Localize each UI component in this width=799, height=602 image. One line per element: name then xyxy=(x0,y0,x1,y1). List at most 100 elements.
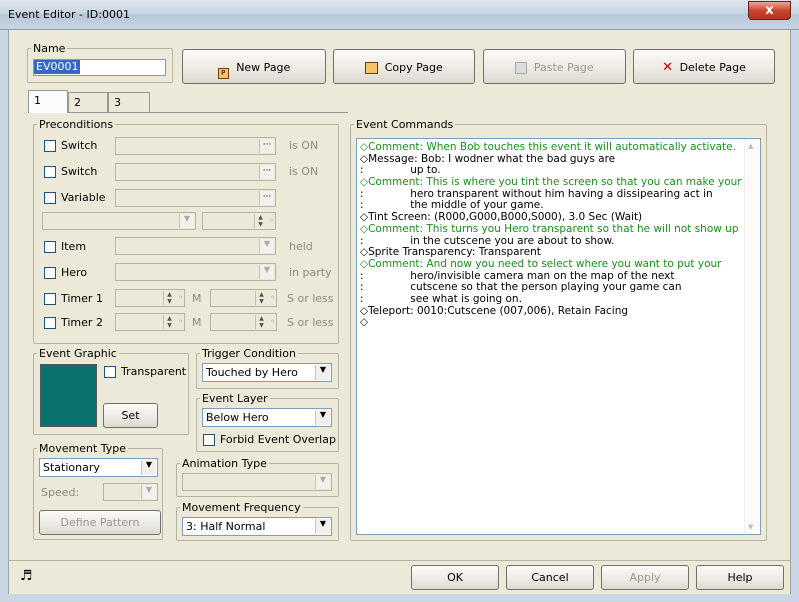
command-line[interactable]: ◇Comment: And now you need to select whe… xyxy=(360,258,742,271)
variable-checkbox[interactable] xyxy=(44,192,56,204)
timer2-minutes-stepper[interactable]: ▲ ▼ ◦ xyxy=(115,313,185,331)
command-line[interactable]: ◇Comment: This is where you tint the scr… xyxy=(360,176,742,189)
animation-type-select[interactable]: ▼ xyxy=(182,473,332,491)
timer2-seconds-stepper[interactable]: ▲ ▼ ◦ xyxy=(210,313,277,331)
tab-page-1-label: 1 xyxy=(34,94,41,107)
set-graphic-button[interactable]: Set xyxy=(103,403,158,428)
movement-frequency-value: 3: Half Normal xyxy=(186,520,266,533)
animation-type-legend: Animation Type xyxy=(180,457,269,470)
timer1-seconds-unit: S or less xyxy=(287,292,334,305)
timer1-seconds-stepper[interactable]: ▲ ▼ ◦ xyxy=(210,289,277,307)
trigger-condition-value: Touched by Hero xyxy=(206,366,298,379)
chevron-down-icon: ▼ xyxy=(259,239,274,253)
timer2-seconds-unit: S or less xyxy=(287,316,334,329)
chevron-down-icon: ▼ xyxy=(315,475,330,489)
preconditions-group xyxy=(33,124,339,344)
event-name-value: EV0001 xyxy=(34,60,81,74)
forbid-overlap-label: Forbid Event Overlap xyxy=(220,433,336,446)
event-commands-list[interactable]: ◇Comment: When Bob touches this event it… xyxy=(356,138,761,535)
item-select[interactable]: ▼ xyxy=(115,237,276,255)
switch2-label: Switch xyxy=(61,165,98,178)
command-line[interactable]: ◇Teleport: 0010:Cutscene (007,006), Reta… xyxy=(360,305,742,318)
spin-arrows-icon[interactable]: ▲ ▼ xyxy=(163,291,175,305)
music-note-icon[interactable]: ♬ xyxy=(20,568,33,584)
chevron-down-icon: ▼ xyxy=(141,485,156,499)
movement-type-legend: Movement Type xyxy=(37,442,129,455)
switch2-checkbox[interactable] xyxy=(44,166,56,178)
command-line[interactable]: : see what is going on. xyxy=(360,293,742,306)
movement-type-select[interactable]: Stationary ▼ xyxy=(39,458,158,477)
scroll-up-icon[interactable]: ▲ xyxy=(748,142,753,150)
chevron-down-icon: ▼ xyxy=(259,265,274,279)
delete-page-label: Delete Page xyxy=(679,61,746,74)
variable-operator-select[interactable]: ▼ xyxy=(42,212,196,230)
tab-page-2[interactable]: 2 xyxy=(68,92,108,112)
movement-type-value: Stationary xyxy=(43,461,100,474)
new-page-button[interactable]: P New Page xyxy=(182,49,326,84)
copy-page-button[interactable]: Copy Page xyxy=(333,49,475,84)
command-line[interactable]: ◇ xyxy=(360,317,742,329)
scroll-down-icon[interactable]: ▼ xyxy=(748,523,753,531)
spin-dot-icon: ◦ xyxy=(270,293,275,302)
copy-page-label: Copy Page xyxy=(384,61,443,74)
define-pattern-button[interactable]: Define Pattern xyxy=(39,510,161,535)
spin-arrows-icon[interactable]: ▲ ▼ xyxy=(254,214,266,228)
forbid-overlap-checkbox[interactable] xyxy=(203,434,215,446)
paste-page-button[interactable]: Paste Page xyxy=(483,49,626,84)
cancel-button[interactable]: Cancel xyxy=(506,565,594,590)
ok-button[interactable]: OK xyxy=(411,565,499,590)
tab-page-3-label: 3 xyxy=(114,96,121,109)
spin-arrows-icon[interactable]: ▲ ▼ xyxy=(163,315,175,329)
event-commands-scrollbar[interactable]: ▲ ▼ xyxy=(744,139,760,534)
speed-select[interactable]: ▼ xyxy=(103,483,158,501)
command-line[interactable]: ◇Comment: This turns you Hero transparen… xyxy=(360,223,742,236)
switch1-checkbox[interactable] xyxy=(44,140,56,152)
spin-arrows-icon[interactable]: ▲ ▼ xyxy=(255,315,267,329)
switch1-suffix: is ON xyxy=(289,139,319,152)
trigger-condition-select[interactable]: Touched by Hero ▼ xyxy=(202,363,332,382)
timer1-minutes-stepper[interactable]: ▲ ▼ ◦ xyxy=(115,289,185,307)
variable-field[interactable]: ··· xyxy=(115,189,276,207)
window-frame-left xyxy=(0,30,8,594)
hero-select[interactable]: ▼ xyxy=(115,263,276,281)
tab-strip-line xyxy=(28,112,348,113)
command-line[interactable]: ◇Comment: When Bob touches this event it… xyxy=(360,141,742,154)
delete-page-button[interactable]: ✕ Delete Page xyxy=(633,49,775,84)
spin-dot-icon: ◦ xyxy=(269,216,274,225)
variable-value-stepper[interactable]: ▲ ▼ ◦ xyxy=(202,212,276,230)
animation-type-value xyxy=(183,474,186,487)
window-frame-bottom xyxy=(0,594,799,602)
close-button[interactable]: x xyxy=(748,1,791,20)
event-graphic-preview[interactable] xyxy=(40,364,97,427)
switch1-field[interactable]: ··· xyxy=(115,137,276,155)
switch2-field[interactable]: ··· xyxy=(115,163,276,181)
transparent-checkbox[interactable] xyxy=(104,366,116,378)
help-button[interactable]: Help xyxy=(696,565,784,590)
timer2-checkbox[interactable] xyxy=(44,317,56,329)
switch1-browse-button[interactable]: ··· xyxy=(259,139,274,153)
switch2-browse-button[interactable]: ··· xyxy=(259,165,274,179)
variable-browse-button[interactable]: ··· xyxy=(259,191,274,205)
movement-frequency-select[interactable]: 3: Half Normal ▼ xyxy=(182,517,332,536)
window-frame-right xyxy=(791,30,799,594)
event-name-input[interactable]: EV0001 xyxy=(33,59,166,76)
tab-page-1[interactable]: 1 xyxy=(28,90,68,113)
hero-suffix: in party xyxy=(289,266,332,279)
timer1-checkbox[interactable] xyxy=(44,293,56,305)
chevron-down-icon: ▼ xyxy=(315,365,330,380)
variable-label: Variable xyxy=(61,191,106,204)
spin-dot-icon: ◦ xyxy=(270,317,275,326)
tab-page-3[interactable]: 3 xyxy=(108,92,150,112)
chevron-down-icon: ▼ xyxy=(315,410,330,425)
item-checkbox[interactable] xyxy=(44,241,56,253)
event-commands-legend: Event Commands xyxy=(354,118,456,131)
name-legend: Name xyxy=(31,42,68,55)
paste-page-icon xyxy=(515,61,528,74)
timer1-label: Timer 1 xyxy=(61,292,103,305)
apply-button[interactable]: Apply xyxy=(601,565,689,590)
event-layer-select[interactable]: Below Hero ▼ xyxy=(202,408,332,427)
trigger-condition-legend: Trigger Condition xyxy=(200,347,298,360)
hero-checkbox[interactable] xyxy=(44,267,56,279)
chevron-down-icon: ▼ xyxy=(179,214,194,228)
spin-arrows-icon[interactable]: ▲ ▼ xyxy=(255,291,267,305)
